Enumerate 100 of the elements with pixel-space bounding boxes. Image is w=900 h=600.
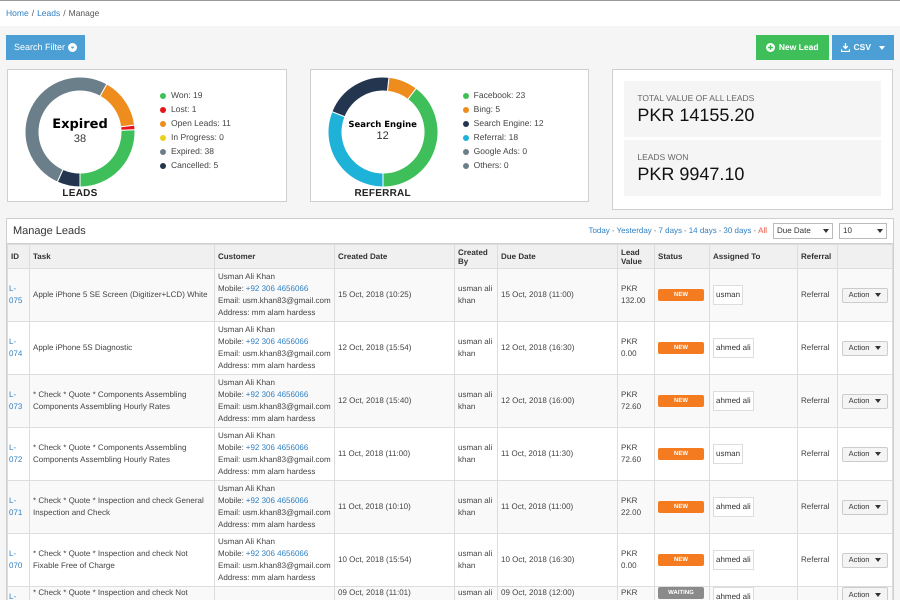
- filter-separator: -: [654, 225, 656, 237]
- referral-cell: Referral: [801, 449, 830, 458]
- due-date-cell: 10 Oct, 2018 (16:30): [501, 555, 574, 564]
- search-filter-button[interactable]: Search Filter: [6, 35, 86, 60]
- created-by-cell-text: usman ali khan: [458, 283, 494, 307]
- assignee-tag: usman: [713, 285, 744, 305]
- task-cell-text: * Check * Quote * Inspection and check Not: [33, 587, 189, 599]
- legend-label: Won: 19: [171, 90, 203, 101]
- due-date-cell: 11 Oct, 2018 (11:00): [501, 502, 574, 511]
- customer-email: Email: usm.khan83@gmail.com: [218, 295, 331, 307]
- chart-label: LEADS: [61, 187, 99, 201]
- donut-center-title: Search Engine: [348, 120, 417, 130]
- referral-cell: Referral: [801, 502, 830, 511]
- task-cell-text: * Check * Quote * Inspection and check Not Fixable Free of Charge: [33, 548, 189, 572]
- date-filter-link[interactable]: Today: [588, 225, 610, 237]
- assignee-tag: ahmed ali: [713, 550, 754, 570]
- task-cell-text: Apple iPhone 5S Diagnostic: [33, 342, 134, 354]
- page-size-select[interactable]: 10: [839, 223, 887, 239]
- column-header: Customer: [214, 244, 334, 268]
- legend-label: Lost: 1: [171, 104, 197, 115]
- referral-cell: Referral: [801, 343, 830, 352]
- phone-link[interactable]: +92 306 4656066: [246, 336, 308, 348]
- legend-label: Referral: 18: [474, 132, 518, 143]
- panel-title: Manage Leads: [13, 224, 86, 239]
- task-cell-text: * Check * Quote * Components Assembling Components Assembling Hourly Rates: [33, 389, 188, 413]
- caret-icon: [879, 46, 885, 50]
- legend-label: Search Engine: 12: [474, 118, 544, 129]
- created-by-cell-text: usman ali khan: [458, 548, 494, 572]
- lead-value-cell-text: PKR 0.00: [621, 336, 638, 360]
- assignee-tag: ahmed ali: [713, 391, 754, 411]
- customer-email: Email: usm.khan83@gmail.com: [218, 401, 331, 413]
- customer-address: Address: mm alam hardess: [218, 519, 316, 531]
- due-date-cell: 12 Oct, 2018 (16:30): [501, 343, 574, 352]
- lead-value-cell-text: PKR 0.00: [621, 548, 638, 572]
- customer-address: Address: mm alam hardess: [218, 413, 316, 425]
- created-date-cell: 10 Oct, 2018 (15:54): [338, 555, 412, 564]
- created-by-cell-text: usman ali khan: [458, 336, 494, 360]
- lead-value-cell-text: PKR 72.60: [621, 442, 642, 466]
- customer-name: Usman Ali Khan: [218, 483, 276, 495]
- created-date-cell: 09 Oct, 2018 (11:01): [338, 588, 411, 597]
- customer-name: Usman Ali Khan: [218, 324, 276, 336]
- breadcrumb-link[interactable]: Leads: [37, 7, 60, 20]
- created-by-cell-text: usman ali: [458, 587, 494, 599]
- lead-value-cell-text: PKR 132.00: [621, 283, 646, 307]
- mobile-label: Mobile:: [218, 548, 244, 560]
- new-lead-button[interactable]: New Lead: [756, 35, 829, 60]
- filter-separator: -: [753, 225, 756, 237]
- created-date-cell: 12 Oct, 2018 (15:54): [338, 343, 412, 352]
- dropdown-circle-icon: [68, 43, 78, 52]
- filter-separator: -: [612, 225, 614, 237]
- legend-label: In Progress: 0: [171, 132, 224, 143]
- date-filter-link[interactable]: 14 days: [688, 225, 717, 237]
- column-header: Created Date: [334, 244, 454, 268]
- phone-link[interactable]: +92 306 4656066: [246, 283, 308, 295]
- legend-label: Expired: 38: [171, 146, 214, 157]
- stat-value: PKR 14155.20: [637, 104, 756, 127]
- assignee-tag: ahmed ali: [713, 497, 754, 517]
- caret-icon: [877, 229, 883, 233]
- legend-label: Bing: 5: [474, 104, 500, 115]
- legend-label: Others: 0: [474, 160, 509, 171]
- mobile-label: Mobile:: [218, 283, 244, 295]
- date-filter-link[interactable]: 30 days: [723, 225, 752, 237]
- due-date-cell: 12 Oct, 2018 (16:00): [501, 396, 574, 405]
- donut-center-value: 12: [376, 130, 389, 144]
- download-icon: [840, 43, 850, 52]
- created-date-cell: 11 Oct, 2018 (10:10): [338, 502, 411, 511]
- created-date-cell: 11 Oct, 2018 (11:00): [338, 449, 410, 458]
- column-header: Task: [30, 244, 214, 268]
- date-filter-link[interactable]: All: [758, 225, 767, 237]
- customer-name: Usman Ali Khan: [218, 430, 276, 442]
- caret-icon: [875, 399, 882, 403]
- assignee-tag: ahmed ali: [713, 338, 754, 358]
- mobile-label: Mobile:: [218, 495, 244, 507]
- referral-cell: Referral: [801, 396, 830, 405]
- created-date-cell: 15 Oct, 2018 (10:25): [338, 290, 412, 299]
- sort-select[interactable]: Due Date: [773, 223, 833, 239]
- due-date-cell: 11 Oct, 2018 (11:30): [501, 449, 574, 458]
- caret-icon: [875, 452, 882, 456]
- lead-value-cell-text: PKR: [621, 587, 638, 599]
- csv-button[interactable]: CSV: [832, 35, 894, 60]
- donut-center-value: 38: [74, 133, 86, 147]
- caret-icon: [875, 346, 882, 350]
- phone-link[interactable]: +92 306 4656066: [246, 548, 308, 560]
- breadcrumb-separator: /: [63, 7, 66, 20]
- due-date-cell: 09 Oct, 2018 (12:00): [501, 588, 574, 597]
- referral-cell: Referral: [801, 290, 830, 299]
- phone-link[interactable]: +92 306 4656066: [246, 442, 308, 454]
- caret-icon: [875, 505, 882, 509]
- caret-icon: [823, 229, 829, 233]
- mobile-label: Mobile:: [218, 336, 244, 348]
- stat-label: LEADS WON: [637, 152, 690, 162]
- breadcrumb-link[interactable]: Home: [6, 7, 29, 20]
- assignee-tag: usman: [713, 444, 744, 464]
- date-filter-link[interactable]: Yesterday: [616, 225, 652, 237]
- customer-name: Usman Ali Khan: [218, 536, 276, 548]
- phone-link[interactable]: +92 306 4656066: [246, 389, 308, 401]
- date-filter-link[interactable]: 7 days: [658, 225, 682, 237]
- customer-address: Address: mm alam hardess: [218, 572, 316, 584]
- created-date-cell: 12 Oct, 2018 (15:40): [338, 396, 412, 405]
- phone-link[interactable]: +92 306 4656066: [246, 495, 308, 507]
